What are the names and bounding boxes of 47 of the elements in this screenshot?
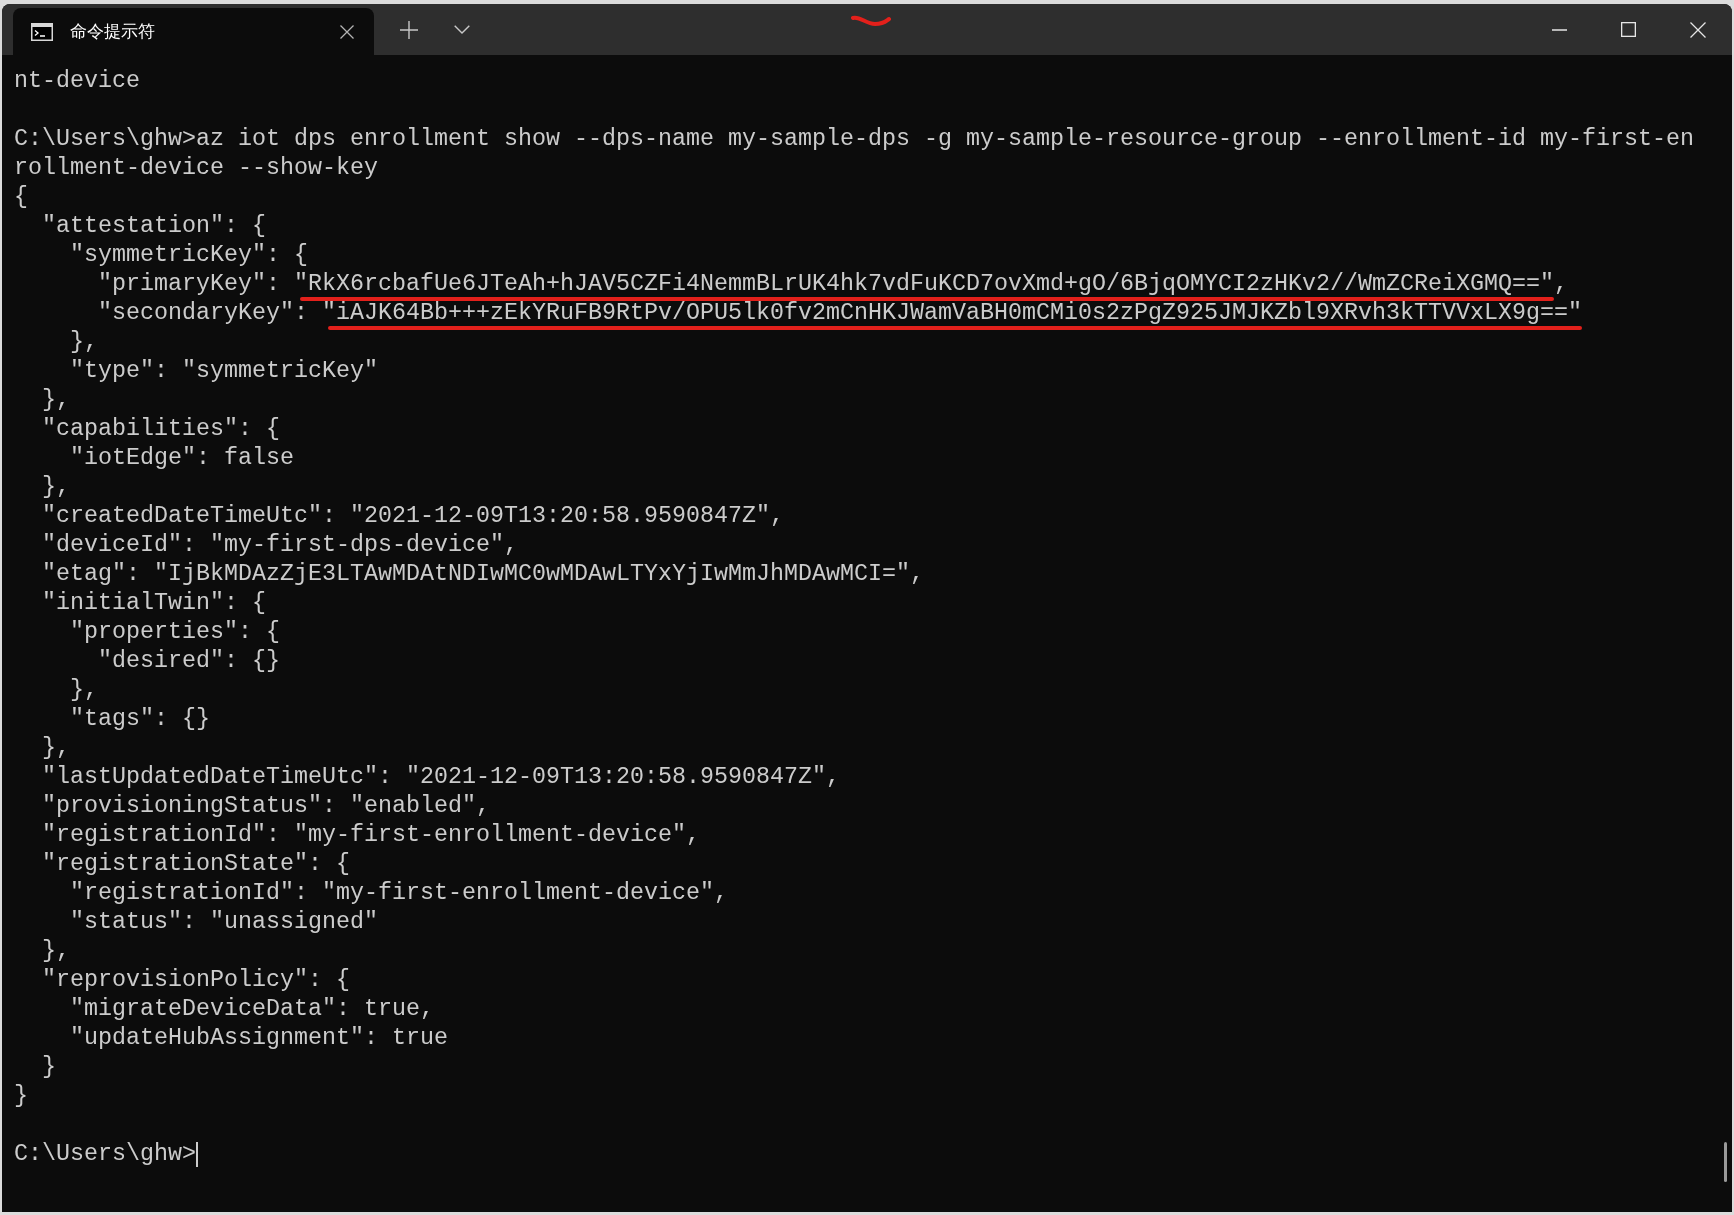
terminal-line: }, xyxy=(42,939,70,964)
terminal-line: }, xyxy=(42,388,70,413)
terminal-line: } xyxy=(42,1055,56,1080)
terminal-line: "etag": "IjBkMDAzZjE3LTAwMDAtNDIwMC0wMDAwLTYxYjIwMmJhMDAwMCI=", xyxy=(42,562,924,587)
minimize-icon xyxy=(1552,28,1567,31)
terminal-line: "attestation": { xyxy=(42,214,266,239)
maximize-icon xyxy=(1621,22,1636,37)
terminal-line: "symmetricKey": { xyxy=(70,243,308,268)
terminal-line: "updateHubAssignment": true xyxy=(70,1026,448,1051)
terminal-line: } xyxy=(14,1084,28,1109)
terminal-line: "desired": {} xyxy=(98,649,280,674)
terminal-line: "properties": { xyxy=(70,620,280,645)
terminal-line: "reprovisionPolicy": { xyxy=(42,968,350,993)
terminal-line: C:\Users\ghw>az iot dps enrollment show --dps-name my-sample-dps -g my-sample-resource-group --enrollment-id my-first-en xyxy=(14,127,1694,152)
terminal-line: "registrationId": "my-first-enrollment-device", xyxy=(42,823,700,848)
pen-stroke-mark xyxy=(851,14,891,27)
terminal-line: "primaryKey": "RkX6rcbafUe6JTeAh+hJAV5CZFi4NemmBLrUK4hk7vdFuKCD7ovXmd+gO/6BjqOMYCI2zHKv2//WmZCReiXGMQ==", xyxy=(98,272,1568,297)
terminal-line: }, xyxy=(70,330,98,355)
terminal-line: rollment-device --show-key xyxy=(14,156,378,181)
terminal-line: "registrationId": "my-first-enrollment-device", xyxy=(70,881,728,906)
terminal-line: "iotEdge": false xyxy=(70,446,294,471)
terminal-line: nt-device xyxy=(14,69,140,94)
terminal-line: "initialTwin": { xyxy=(42,591,266,616)
terminal-line: "provisioningStatus": "enabled", xyxy=(42,794,490,819)
terminal-line: }, xyxy=(42,736,70,761)
tab[interactable]: 命令提示符 xyxy=(13,8,374,55)
terminal-line: "tags": {} xyxy=(70,707,210,732)
terminal-line: "secondaryKey": "iAJK64Bb+++zEkYRuFB9RtPv/OPU5lk0fv2mCnHKJWamVaBH0mCMi0s2zPgZ925JMJKZbl9XRvh3kTTVVxLX9g==" xyxy=(98,301,1582,326)
text-cursor xyxy=(196,1142,198,1167)
plus-icon xyxy=(400,20,418,39)
terminal-line: "type": "symmetricKey" xyxy=(70,359,378,384)
terminal-line: "deviceId": "my-first-dps-device", xyxy=(42,533,518,558)
terminal-line: "migrateDeviceData": true, xyxy=(70,997,434,1022)
terminal-line: "status": "unassigned" xyxy=(70,910,378,935)
terminal-line: "registrationState": { xyxy=(42,852,350,877)
terminal-line: "lastUpdatedDateTimeUtc": "2021-12-09T13:20:58.9590847Z", xyxy=(42,765,840,790)
prompt-text: C:\Users\ghw> xyxy=(14,1142,196,1167)
scrollbar-thumb[interactable] xyxy=(1724,1142,1727,1182)
terminal-line: }, xyxy=(42,475,70,500)
terminal-line: "capabilities": { xyxy=(42,417,280,442)
close-icon xyxy=(340,24,354,39)
terminal-line: }, xyxy=(70,678,98,703)
terminal-line: { xyxy=(14,185,28,210)
close-icon xyxy=(1689,21,1706,38)
terminal-icon xyxy=(31,22,53,41)
terminal-line: "createdDateTimeUtc": "2021-12-09T13:20:58.9590847Z", xyxy=(42,504,784,529)
chevron-down-icon xyxy=(454,25,470,34)
